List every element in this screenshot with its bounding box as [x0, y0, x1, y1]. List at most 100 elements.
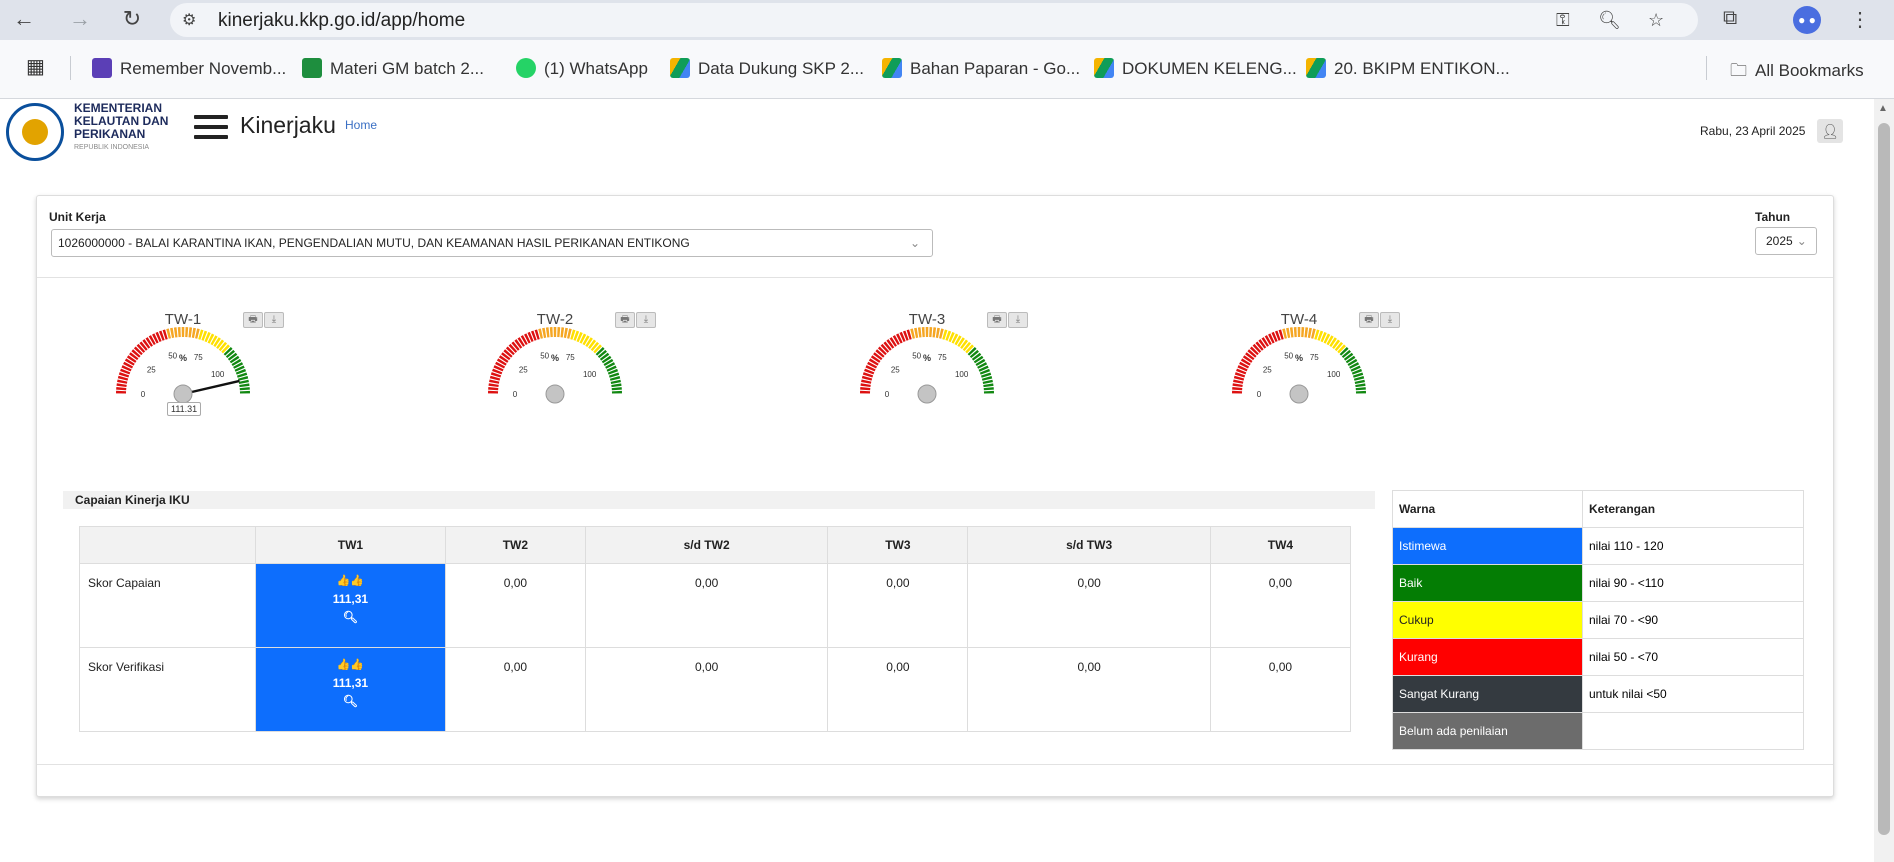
gauge-band-segment	[1247, 349, 1257, 358]
search-icon[interactable]: 🔍︎	[257, 692, 444, 710]
kkp-logo-icon[interactable]	[6, 103, 64, 161]
print-icon[interactable]: 🖶	[1359, 312, 1379, 328]
bookmark-6[interactable]: DOKUMEN KELENG...	[1094, 58, 1297, 79]
gauge-band-segment	[210, 335, 218, 346]
gauge-band-segment	[939, 328, 944, 339]
gauge-tick-label: 100	[211, 370, 225, 379]
gauge-band-segment	[142, 339, 151, 349]
tw1-cell[interactable]: 👍👍 111,31 🔍︎	[255, 647, 446, 732]
bookmark-7[interactable]: 20. BKIPM ENTIKON...	[1306, 58, 1510, 79]
gauge-band-segment	[980, 372, 992, 378]
col-header: TW2	[444, 526, 586, 564]
gauge-band-segment	[1252, 343, 1262, 353]
gauge-band-segment	[495, 361, 506, 369]
bookmark-4[interactable]: Data Dukung SKP 2...	[670, 58, 864, 79]
scroll-up-icon[interactable]: ▲	[1878, 103, 1888, 114]
gauge-band-segment	[605, 362, 616, 369]
legend-row: Baik nilai 90 - <110	[1392, 564, 1804, 602]
gauge-band-segment	[1233, 375, 1245, 381]
legend-description: nilai 70 - <90	[1582, 601, 1804, 639]
tw1-cell[interactable]: 👍👍 111,31 🔍︎	[255, 563, 446, 648]
table-cell: 0,00	[1209, 647, 1352, 732]
hamburger-menu-icon[interactable]	[194, 115, 228, 145]
gauge-band-segment	[1274, 330, 1281, 341]
gauge-band-segment	[234, 365, 245, 372]
all-bookmarks[interactable]: 🗀 All Bookmarks	[1730, 58, 1864, 87]
url-text[interactable]: kinerjaku.kkp.go.id/app/home	[218, 10, 465, 32]
gauge-band-segment	[1282, 328, 1287, 339]
gauge-band-segment	[198, 329, 204, 340]
gauge-band-segment	[1271, 331, 1278, 343]
gauge-band-segment	[1258, 339, 1267, 349]
download-icon[interactable]: ⤓	[264, 312, 284, 328]
print-icon[interactable]: 🖶	[615, 312, 635, 328]
gauge-band-segment	[233, 362, 244, 369]
gauge-title: TW-2	[537, 312, 573, 328]
download-icon[interactable]: ⤓	[1008, 312, 1028, 328]
gauge-tick-label: 0	[1257, 390, 1262, 399]
dashboard-card: Unit Kerja 1026000000 - BALAI KARANTINA …	[36, 195, 1834, 797]
gauge-band-segment	[1249, 346, 1259, 356]
print-icon[interactable]: 🖶	[987, 312, 1007, 328]
menu-icon[interactable]: ⋮	[1850, 7, 1870, 32]
table-cell: 0,00	[444, 647, 586, 732]
scrollbar-thumb[interactable]	[1878, 123, 1890, 835]
gauge-band-segment	[1353, 376, 1365, 381]
gauge-tick-label: 75	[938, 353, 947, 362]
gauge-band-segment	[503, 349, 513, 358]
user-icon[interactable]: 👤︎	[1817, 119, 1843, 143]
forward-icon[interactable]: →	[66, 6, 94, 32]
gauge-band-segment	[166, 328, 171, 339]
gauge-band-segment	[1347, 358, 1358, 366]
bookmark-5[interactable]: Bahan Paparan - Go...	[882, 58, 1080, 79]
gauge-band-segment	[1337, 344, 1346, 354]
bookmark-star-icon[interactable]: ☆	[1648, 10, 1664, 31]
page-scrollbar[interactable]: ▲	[1874, 99, 1894, 862]
gauge-hub	[173, 384, 193, 404]
gauge-tick-label: 25	[147, 366, 156, 375]
apps-grid-icon[interactable]: ▦	[26, 54, 45, 79]
gauge-tick-label: 50	[912, 351, 921, 360]
profile-avatar[interactable]: ● ●	[1793, 6, 1821, 34]
unit-kerja-select[interactable]: 1026000000 - BALAI KARANTINA IKAN, PENGE…	[51, 229, 933, 257]
gauge-tw2: 0 25 50 75 100% TW-2 🖶 ⤓	[465, 312, 665, 432]
bookmark-1[interactable]: Remember Novemb...	[92, 58, 286, 79]
legend-color-cell: Istimewa	[1392, 527, 1583, 565]
download-icon[interactable]: ⤓	[1380, 312, 1400, 328]
search-icon[interactable]: 🔍︎	[257, 608, 444, 626]
gauge-band-segment	[1329, 337, 1337, 348]
gauge-band-segment	[1264, 335, 1272, 346]
gauge-band-segment	[121, 365, 132, 372]
gauge-band-segment	[902, 330, 909, 341]
legend-color-cell: Sangat Kurang	[1392, 675, 1583, 713]
table-row: Skor Verifikasi 👍👍 111,31 🔍︎ 0,00 0,00 0…	[79, 647, 1352, 732]
gauge-band-segment	[960, 339, 969, 349]
back-icon[interactable]: ←	[10, 6, 38, 32]
gauge-band-segment	[148, 335, 156, 346]
reload-icon[interactable]: ↻	[118, 6, 146, 32]
gauge-band-segment	[597, 349, 607, 359]
tahun-select[interactable]: 2025 ⌄	[1755, 227, 1817, 255]
print-icon[interactable]: 🖶	[243, 312, 263, 328]
site-info-icon[interactable]: ⚙	[182, 10, 196, 30]
extensions-icon[interactable]: ⧉	[1723, 7, 1737, 30]
download-icon[interactable]: ⤓	[636, 312, 656, 328]
gauge-band-segment	[496, 358, 507, 366]
gauge-tick-label: 100	[955, 370, 969, 379]
gauge-title: TW-1	[165, 312, 201, 328]
password-key-icon[interactable]: ⚿	[1556, 10, 1570, 31]
address-bar[interactable]: ⚙ kinerjaku.kkp.go.id/app/home ⚿ 🔍︎ ☆	[170, 3, 1698, 37]
bookmark-3[interactable]: (1) WhatsApp	[516, 58, 648, 79]
bookmarks-separator	[70, 56, 71, 80]
gauge-band-segment	[201, 330, 208, 341]
bookmark-2[interactable]: Materi GM batch 2...	[302, 58, 484, 79]
gauge-band-segment	[579, 333, 587, 344]
zoom-icon[interactable]: 🔍︎	[1598, 10, 1621, 31]
gauge-band-segment	[880, 343, 890, 353]
gauge-band-segment	[1345, 355, 1356, 364]
table-header-row: TW1 TW2 s/d TW2 TW3 s/d TW3 TW4	[79, 526, 1352, 564]
col-header: TW3	[827, 526, 969, 564]
gauge-band-segment	[868, 358, 879, 366]
breadcrumb[interactable]: Home	[345, 118, 377, 132]
gauge-band-segment	[514, 339, 523, 349]
